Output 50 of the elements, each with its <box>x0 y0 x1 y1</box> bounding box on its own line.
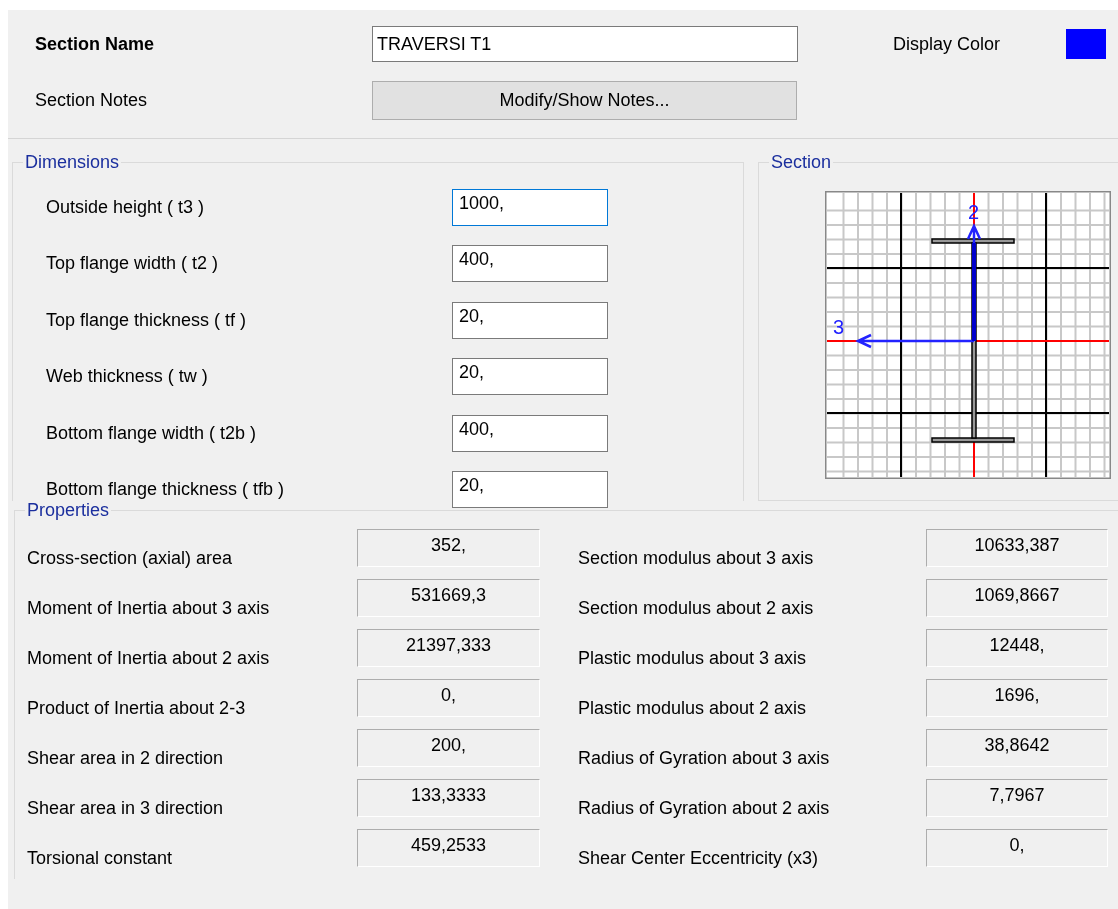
field-label: Top flange width ( t2 ) <box>45 252 220 276</box>
section-name-field[interactable]: TRAVERSI T1 <box>372 26 798 62</box>
group-title: Dimensions <box>24 153 121 173</box>
dimension-field[interactable]: 20, <box>452 301 608 339</box>
property-label: Plastic modulus about 2 axis <box>577 696 808 720</box>
property-value: 38,8642 <box>926 728 1108 767</box>
property-label: Section modulus about 3 axis <box>577 546 815 570</box>
property-value: 21397,333 <box>357 628 540 667</box>
property-label: Product of Inertia about 2-3 <box>26 696 247 720</box>
property-value: 459,2533 <box>357 828 540 867</box>
property-value: 10633,387 <box>926 528 1108 567</box>
property-value: 133,3333 <box>357 778 540 817</box>
property-label: Shear Center Eccentricity (x3) <box>577 846 820 870</box>
property-value: 7,7967 <box>926 778 1108 817</box>
property-value: 1696, <box>926 678 1108 717</box>
property-value: 531669,3 <box>357 578 540 617</box>
property-label: Plastic modulus about 3 axis <box>577 646 808 670</box>
property-value: 352, <box>357 528 540 567</box>
field-label: Web thickness ( tw ) <box>45 365 209 389</box>
property-value: 200, <box>357 728 540 767</box>
dimension-field[interactable]: 20, <box>452 471 608 509</box>
property-label: Section modulus about 2 axis <box>577 596 815 620</box>
property-label: Moment of Inertia about 3 axis <box>26 596 271 620</box>
property-label: Radius of Gyration about 3 axis <box>577 746 831 770</box>
property-label: Moment of Inertia about 2 axis <box>26 646 271 670</box>
color-swatch[interactable] <box>1066 29 1107 59</box>
field-label: Bottom flange thickness ( tfb ) <box>45 478 286 502</box>
field-label: Bottom flange width ( t2b ) <box>45 421 258 445</box>
dimension-field[interactable]: 20, <box>452 358 608 396</box>
display-color-label: Display Color <box>893 32 1001 56</box>
dimension-field[interactable]: 1000, <box>452 188 608 226</box>
property-label: Shear area in 2 direction <box>26 746 225 770</box>
group-title: Section <box>770 153 833 173</box>
property-label: Radius of Gyration about 2 axis <box>577 796 831 820</box>
property-value: 0, <box>926 828 1108 867</box>
dimension-field[interactable]: 400, <box>452 414 608 452</box>
property-label: Shear area in 3 direction <box>26 796 225 820</box>
property-value: 12448, <box>926 628 1108 667</box>
field-label: Outside height ( t3 ) <box>45 195 206 219</box>
notes-button[interactable]: Modify/Show Notes... <box>372 80 797 120</box>
property-label: Cross-section (axial) area <box>26 546 234 570</box>
axis-label: 3 <box>833 315 845 338</box>
property-label: Torsional constant <box>26 846 174 870</box>
section-notes-label: Section Notes <box>34 88 149 112</box>
property-value: 0, <box>357 678 540 717</box>
dimension-field[interactable]: 400, <box>452 245 608 283</box>
field-label: Top flange thickness ( tf ) <box>45 308 248 332</box>
group-title: Properties <box>26 501 111 521</box>
section-name-label: Section Name <box>34 32 156 56</box>
property-value: 1069,8667 <box>926 578 1108 617</box>
